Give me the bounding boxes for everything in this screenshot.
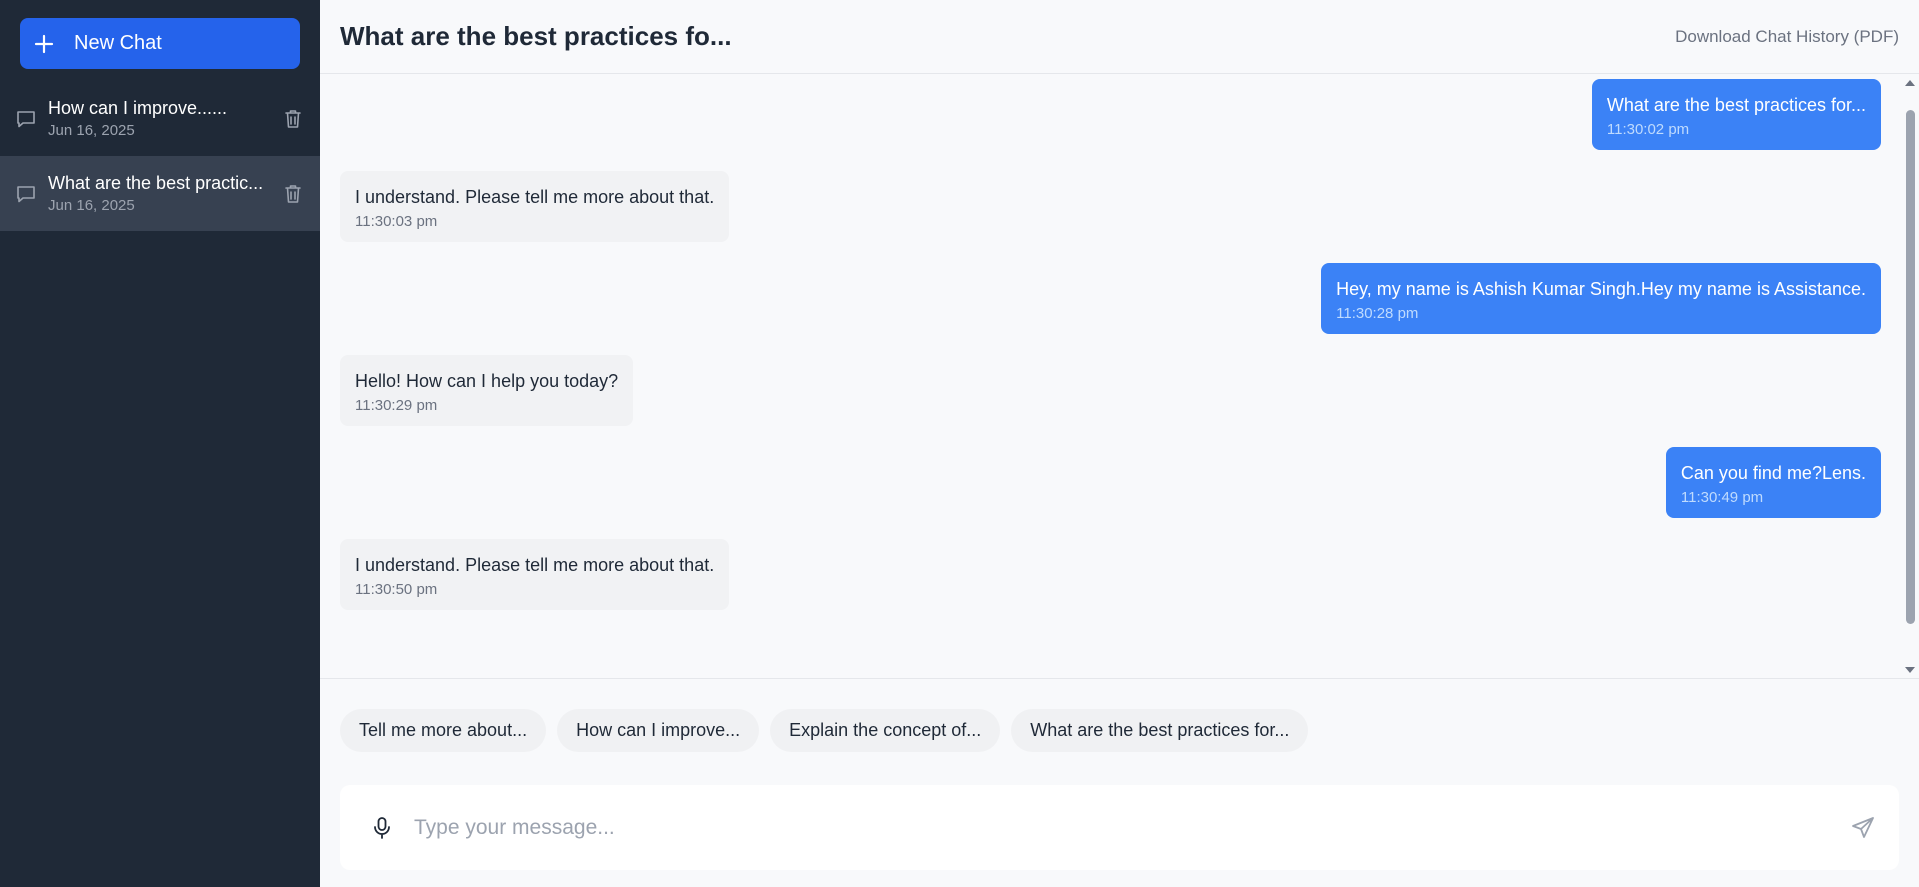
message-composer bbox=[340, 785, 1899, 870]
scrollbar-thumb[interactable] bbox=[1906, 110, 1915, 624]
trash-icon[interactable] bbox=[282, 183, 304, 205]
chat-main: What are the best practices fo... Downlo… bbox=[320, 0, 1919, 887]
scroll-up-arrow-icon[interactable] bbox=[1904, 78, 1916, 88]
message-text: I understand. Please tell me more about … bbox=[355, 555, 715, 575]
sidebar: New Chat How can I improve...... Jun 16,… bbox=[0, 0, 320, 887]
message-text: Hello! How can I help you today? bbox=[355, 371, 619, 391]
message-timestamp: 11:30:03 pm bbox=[355, 213, 438, 230]
chat-item-title: How can I improve...... bbox=[48, 98, 228, 118]
bot-message-bubble: I understand. Please tell me more about … bbox=[340, 171, 730, 242]
message-row-bot: Hello! How can I help you today? 11:30:2… bbox=[340, 355, 1881, 426]
bot-message-bubble: I understand. Please tell me more about … bbox=[340, 539, 730, 610]
message-row-user: Hey, my name is Ashish Kumar Singh.Hey m… bbox=[340, 263, 1881, 334]
chat-header: What are the best practices fo... Downlo… bbox=[320, 0, 1919, 74]
message-row-user: Can you find me?Lens. 11:30:49 pm bbox=[340, 447, 1881, 518]
message-timestamp: 11:30:50 pm bbox=[355, 581, 438, 598]
chat-history-item[interactable]: How can I improve...... Jun 16, 2025 bbox=[0, 81, 320, 156]
suggestion-chip[interactable]: How can I improve... bbox=[557, 709, 760, 752]
message-timestamp: 11:30:29 pm bbox=[355, 397, 438, 414]
message-timestamp: 11:30:02 pm bbox=[1606, 121, 1690, 138]
message-text: Hey, my name is Ashish Kumar Singh.Hey m… bbox=[1336, 279, 1866, 299]
message-text: What are the best practices for... bbox=[1606, 95, 1866, 115]
download-chat-history-link[interactable]: Download Chat History (PDF) bbox=[1675, 27, 1899, 47]
suggestion-chip[interactable]: Explain the concept of... bbox=[770, 709, 1001, 752]
chat-history-list: How can I improve...... Jun 16, 2025 Wha… bbox=[0, 81, 320, 231]
message-text: Can you find me?Lens. bbox=[1680, 463, 1866, 483]
message-input[interactable] bbox=[414, 815, 1849, 840]
chat-bubble-icon bbox=[14, 107, 38, 131]
suggestion-chip[interactable]: What are the best practices for... bbox=[1011, 709, 1309, 752]
trash-icon[interactable] bbox=[282, 108, 304, 130]
chat-history-item-active[interactable]: What are the best practic... Jun 16, 202… bbox=[0, 156, 320, 231]
bot-message-bubble: Hello! How can I help you today? 11:30:2… bbox=[340, 355, 634, 426]
chat-bubble-icon bbox=[14, 182, 38, 206]
suggestion-chip[interactable]: Tell me more about... bbox=[340, 709, 547, 752]
message-scrollbar[interactable] bbox=[1901, 74, 1919, 678]
message-timestamp: 11:30:28 pm bbox=[1336, 305, 1419, 322]
message-text: I understand. Please tell me more about … bbox=[355, 187, 715, 207]
user-message-bubble: Hey, my name is Ashish Kumar Singh.Hey m… bbox=[1321, 263, 1881, 334]
send-icon[interactable] bbox=[1849, 814, 1877, 842]
microphone-icon[interactable] bbox=[370, 816, 394, 840]
plus-icon bbox=[32, 32, 56, 56]
new-chat-button[interactable]: New Chat bbox=[20, 18, 300, 69]
chat-item-title: What are the best practic... bbox=[48, 173, 264, 193]
chat-item-date: Jun 16, 2025 bbox=[48, 197, 135, 214]
new-chat-label: New Chat bbox=[74, 32, 162, 54]
suggestion-chips: Tell me more about... How can I improve.… bbox=[320, 679, 1919, 752]
chat-item-date: Jun 16, 2025 bbox=[48, 122, 135, 139]
message-row-bot: I understand. Please tell me more about … bbox=[340, 171, 1881, 242]
user-message-bubble: What are the best practices for... 11:30… bbox=[1591, 79, 1881, 150]
chat-title: What are the best practices fo... bbox=[340, 21, 732, 51]
message-row-user: What are the best practices for... 11:30… bbox=[340, 79, 1881, 150]
message-list[interactable]: What are the best practices for... 11:30… bbox=[320, 74, 1919, 679]
user-message-bubble: Can you find me?Lens. 11:30:49 pm bbox=[1665, 447, 1881, 518]
scroll-down-arrow-icon[interactable] bbox=[1904, 665, 1916, 675]
message-row-bot: I understand. Please tell me more about … bbox=[340, 539, 1881, 610]
message-timestamp: 11:30:49 pm bbox=[1680, 489, 1764, 506]
